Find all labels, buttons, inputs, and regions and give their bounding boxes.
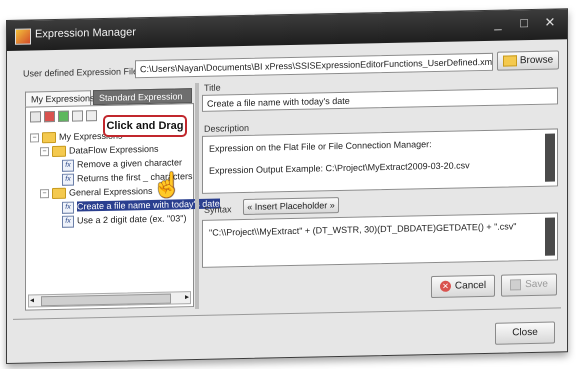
close-window-button[interactable]: ✕ [541,14,559,30]
function-icon: fx [62,159,74,172]
save-button-label: Save [525,278,548,291]
insert-placeholder-button[interactable]: « Insert Placeholder » [243,197,339,216]
cancel-button[interactable]: ✕ Cancel [431,274,495,299]
tree-item-label: Remove a given character [77,157,183,170]
title-label: Title [204,82,221,93]
function-icon: fx [62,201,74,214]
syntax-scrollbar[interactable] [545,217,555,256]
copy-icon[interactable] [86,110,97,122]
click-and-drag-callout: Click and Drag [103,115,187,137]
scroll-left-icon[interactable]: ◂ [30,295,34,304]
browse-button[interactable]: Browse [497,50,559,71]
function-icon: fx [62,173,74,186]
folder-icon [52,145,66,158]
syntax-textarea[interactable]: "C:\\Project\\MyExtract" + (DT_WSTR, 30)… [202,212,558,268]
splitter[interactable] [195,82,199,310]
cancel-button-label: Cancel [454,279,487,292]
folder-icon [502,55,517,67]
title-bar[interactable]: Expression Manager _ □ ✕ [7,9,567,51]
expression-file-label: User defined Expression File [23,66,139,79]
title-input[interactable]: Create a file name with today's date [202,87,558,112]
tree-group-label: General Expressions [69,185,153,198]
description-scrollbar[interactable] [545,133,555,182]
root-folder-icon [42,132,56,144]
expression-manager-window: Expression Manager _ □ ✕ User defined Ex… [6,8,568,364]
save-icon [510,279,522,291]
description-textarea[interactable]: Expression on the Flat File or File Conn… [202,128,558,194]
save-button[interactable]: Save [501,273,557,297]
delete-icon[interactable] [44,110,55,123]
collapse-icon[interactable]: − [30,133,39,143]
description-line: Expression Output Example: C:\Project\My… [209,160,470,176]
collapse-icon[interactable]: − [40,147,49,157]
tree-item[interactable]: fx Use a 2 digit date (ex. "03") [62,212,186,228]
footer-divider [13,307,561,320]
tree-group-label: DataFlow Expressions [69,143,159,156]
browse-button-label: Browse [519,54,554,67]
window-title: Expression Manager [35,26,136,41]
tree-item[interactable]: fx Remove a given character [62,156,182,172]
scrollbar-thumb[interactable] [41,293,171,307]
description-line: Expression on the Flat File or File Conn… [209,139,432,154]
maximize-button[interactable]: □ [515,15,533,31]
tree-group-dataflow[interactable]: − DataFlow Expressions [40,143,159,158]
syntax-text: "C:\\Project\\MyExtract" + (DT_WSTR, 30)… [209,221,517,238]
folder-icon [52,187,66,200]
app-icon [15,28,31,45]
description-label: Description [204,122,250,134]
new-icon[interactable] [30,111,41,123]
close-button[interactable]: Close [495,321,555,345]
syntax-label: Syntax [204,204,232,215]
refresh-icon[interactable] [58,110,69,122]
scroll-right-icon[interactable]: ▸ [185,292,189,301]
hand-cursor-icon: ☝ [152,172,182,199]
export-icon[interactable] [72,110,83,122]
minimize-button[interactable]: _ [489,16,507,32]
cancel-icon: ✕ [439,280,451,292]
collapse-icon[interactable]: − [40,189,49,199]
tree-horizontal-scrollbar[interactable]: ◂ ▸ [28,291,191,308]
tab-my-expressions[interactable]: My Expressions [25,90,95,107]
tree-group-general[interactable]: − General Expressions [40,185,153,200]
expression-file-path-input[interactable]: C:\Users\Nayan\Documents\BI xPress\SSISE… [135,52,493,79]
function-icon: fx [62,215,74,228]
tree-item-label: Use a 2 digit date (ex. "03") [77,213,187,226]
